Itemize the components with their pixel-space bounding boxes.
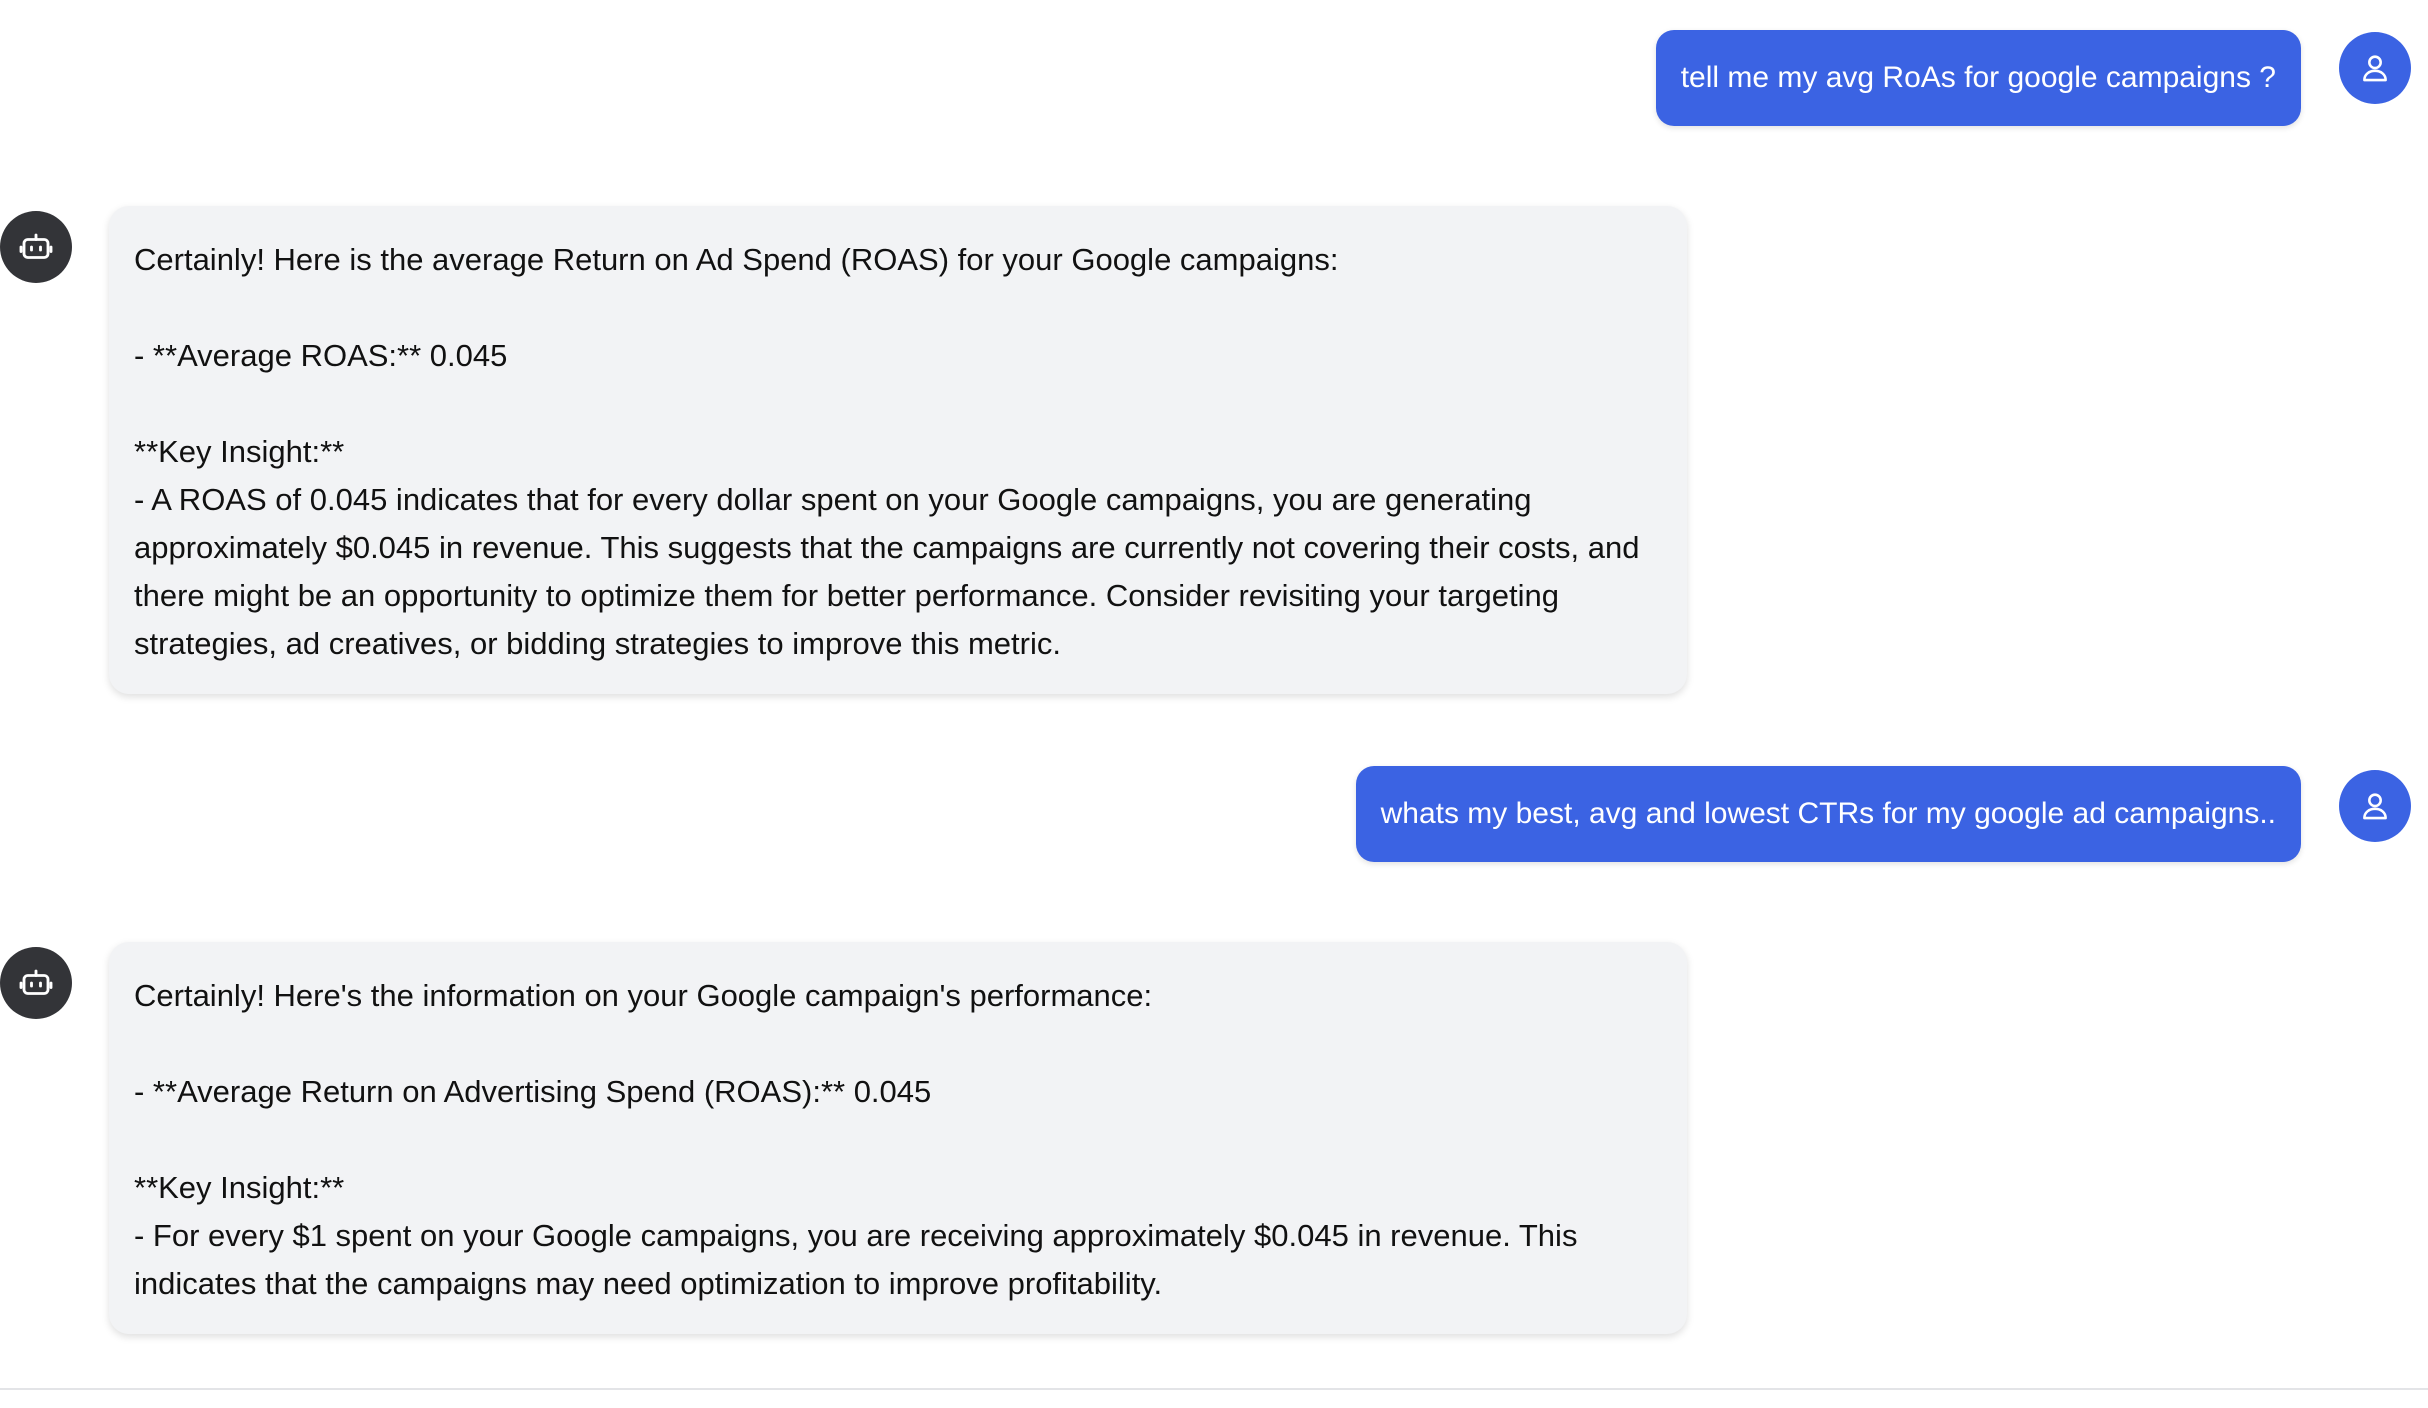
user-message-text: tell me my avg RoAs for google campaigns…	[1680, 61, 2276, 94]
user-message-text: whats my best, avg and lowest CTRs for m…	[1380, 797, 2276, 830]
assistant-paragraph: **Key Insight:** - A ROAS of 0.045 indic…	[134, 434, 1640, 661]
assistant-paragraph: **Key Insight:** - For every $1 spent on…	[134, 1170, 1578, 1301]
assistant-paragraph: Certainly! Here's the information on you…	[134, 978, 1153, 1013]
robot-icon	[19, 233, 53, 259]
assistant-paragraph: - **Average Return on Advertising Spend …	[134, 1074, 932, 1109]
assistant-paragraph: - **Average ROAS:** 0.045	[134, 338, 508, 373]
chat-thread: tell me my avg RoAs for google campaigns…	[0, 0, 2428, 1408]
assistant-message-bubble: Certainly! Here is the average Return on…	[109, 206, 1687, 694]
user-message-bubble: tell me my avg RoAs for google campaigns…	[1655, 30, 2301, 126]
user-message-bubble: whats my best, avg and lowest CTRs for m…	[1355, 766, 2301, 862]
user-icon	[2363, 55, 2387, 82]
assistant-message-bubble: Certainly! Here's the information on you…	[109, 942, 1687, 1334]
robot-icon	[19, 969, 53, 995]
bot-avatar	[0, 947, 72, 1019]
bot-avatar	[0, 211, 72, 283]
user-avatar	[2339, 770, 2411, 842]
assistant-paragraph: Certainly! Here is the average Return on…	[134, 242, 1339, 277]
divider	[0, 1388, 2428, 1390]
user-icon	[2363, 793, 2387, 820]
user-avatar	[2339, 32, 2411, 104]
